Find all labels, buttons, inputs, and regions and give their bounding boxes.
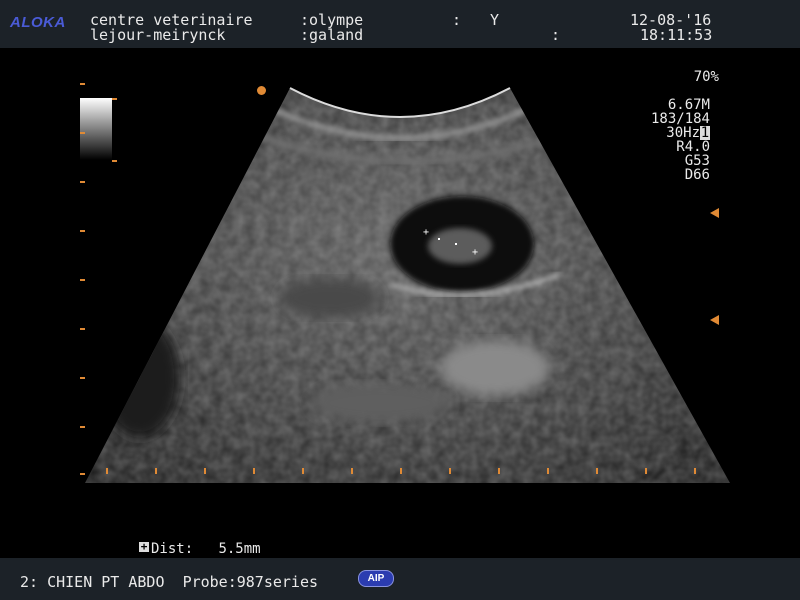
frame-rate: 30Hz — [666, 125, 700, 141]
depth-tick — [80, 132, 85, 134]
focus-marker-triangle-left-icon[interactable] — [710, 208, 719, 218]
plus-box-icon: + — [139, 540, 149, 553]
lateral-tick — [253, 468, 255, 474]
depth-tick — [80, 377, 85, 379]
distance-label: Dist: — [151, 541, 194, 557]
frequency: 6.67M — [667, 97, 710, 113]
lateral-tick — [204, 468, 206, 474]
header-separator-2: : — [551, 26, 561, 44]
depth-tick — [80, 279, 85, 281]
caliper-start-icon[interactable]: + — [423, 228, 429, 238]
lateral-tick — [302, 468, 304, 474]
depth-tick — [80, 328, 85, 330]
focus-marker-triangle-left-icon[interactable] — [710, 315, 719, 325]
clinic-name-line2: lejour-meirynck — [90, 26, 226, 44]
aip-badge[interactable]: AIP — [358, 570, 394, 587]
patient-name-line2: :galand — [300, 26, 364, 44]
exam-preset: 2: CHIEN PT ABDO — [20, 573, 165, 591]
transducer-orientation-dot-icon — [257, 86, 266, 95]
lateral-tick — [498, 468, 500, 474]
lateral-tick — [400, 468, 402, 474]
depth-tick — [80, 83, 85, 85]
frame-counter: 183/184 — [650, 111, 710, 127]
depth-tick — [80, 181, 85, 183]
caliper-trace-dot — [455, 243, 457, 245]
grayscale-bar — [80, 98, 112, 160]
depth-tick — [112, 98, 117, 100]
caliper-trace-dot — [438, 238, 440, 240]
lateral-tick — [694, 468, 696, 474]
depth-tick — [80, 230, 85, 232]
exam-time: 18:11:53 — [640, 26, 713, 44]
rejection: R4.0 — [676, 139, 710, 155]
header-separator-1: : — [452, 11, 462, 29]
lateral-tick — [106, 468, 108, 474]
depth: D66 — [684, 167, 710, 183]
lateral-tick — [596, 468, 598, 474]
depth-tick — [80, 473, 85, 475]
distance-measurement: Dist: 5.5mm — [151, 541, 261, 557]
probe-name: Probe:987series — [182, 573, 319, 591]
caliper-end-icon[interactable]: + — [472, 248, 478, 258]
depth-tick — [80, 426, 85, 428]
header-flag: Y — [490, 11, 500, 29]
frame-rate-box: 1 — [700, 125, 710, 141]
depth-tick — [112, 160, 117, 162]
lateral-tick — [155, 468, 157, 474]
aloka-logo: ALOKA — [10, 14, 66, 31]
lateral-tick — [547, 468, 549, 474]
distance-value: 5.5mm — [218, 541, 261, 557]
lateral-tick — [449, 468, 451, 474]
gain: G53 — [684, 153, 710, 169]
lateral-tick — [645, 468, 647, 474]
lateral-tick — [351, 468, 353, 474]
gain-percent: 70% — [693, 69, 719, 85]
exam-preset-probe: 2: CHIEN PT ABDO Probe:987series — [20, 573, 318, 591]
